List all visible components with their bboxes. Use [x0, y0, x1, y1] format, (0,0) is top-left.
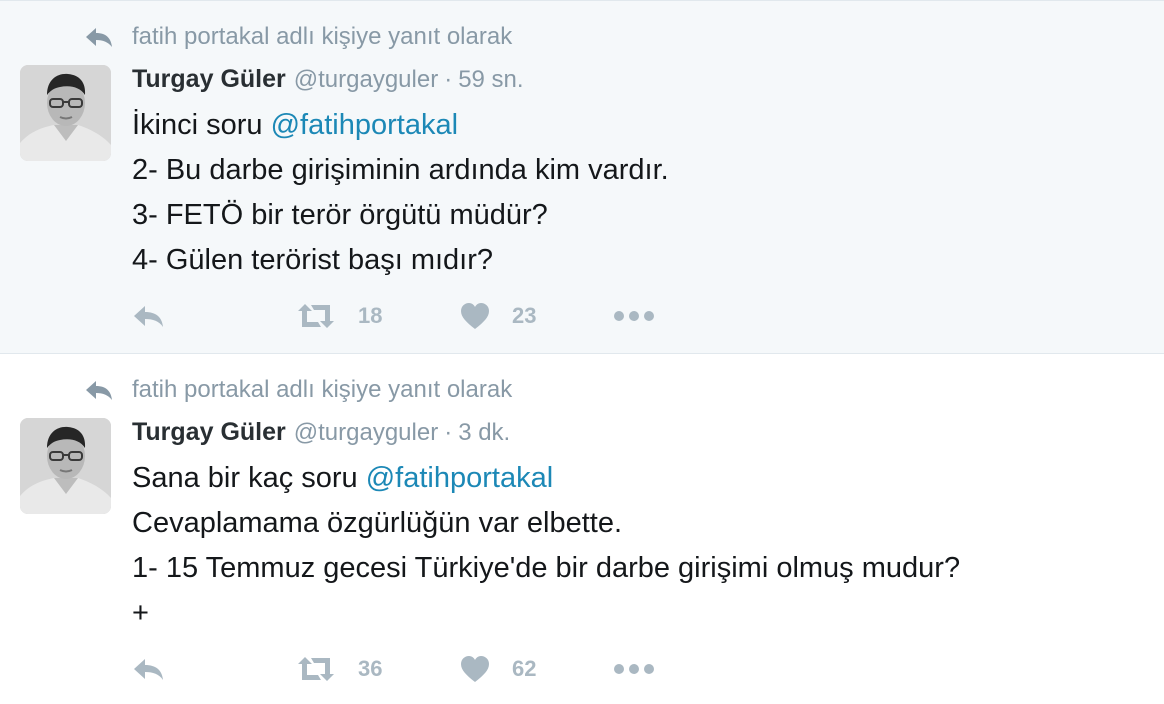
tweet-text-line: +	[132, 597, 149, 629]
timestamp[interactable]: 3 dk.	[458, 419, 510, 447]
tweet-text: İkinci soru @fatihportakal 2- Bu darbe g…	[132, 103, 669, 283]
like-count: 23	[512, 303, 537, 328]
retweet-count: 18	[358, 303, 383, 328]
reply-context-icon	[84, 25, 114, 49]
heart-icon	[460, 302, 490, 330]
retweet-icon	[296, 303, 336, 329]
more-button[interactable]	[614, 652, 654, 686]
username[interactable]: @turgayguler	[294, 419, 438, 447]
avatar[interactable]	[20, 65, 111, 161]
tweet-text: Sana bir kaç soru @fatihportakal Cevapla…	[132, 456, 960, 636]
avatar[interactable]	[20, 418, 111, 514]
timestamp[interactable]: 59 sn.	[458, 66, 523, 94]
tweet[interactable]: fatih portakal adlı kişiye yanıt olarak …	[0, 354, 1164, 704]
retweet-button[interactable]: 18	[296, 299, 382, 333]
tweet-text-line: 2- Bu darbe girişiminin ardında kim vard…	[132, 154, 669, 186]
fullname[interactable]: Turgay Güler	[132, 418, 286, 447]
reply-button[interactable]	[132, 652, 166, 686]
tweet-text-line: 1- 15 Temmuz gecesi Türkiye'de bir darbe…	[132, 552, 961, 584]
mention-link[interactable]: @fatihportakal	[366, 462, 553, 494]
mention-link[interactable]: @fatihportakal	[271, 109, 458, 141]
like-count: 62	[512, 656, 537, 681]
retweet-icon	[296, 656, 336, 682]
retweet-count: 36	[358, 656, 383, 681]
tweet-text-line: İkinci soru @fatihportakal	[132, 109, 459, 141]
reply-icon	[132, 656, 166, 682]
tweet-text-line: Cevaplamama özgürlüğün var elbette.	[132, 507, 623, 539]
tweet-text-line: 4- Gülen terörist başı mıdır?	[132, 244, 494, 276]
tweet-text-line: 3- FETÖ bir terör örgütü müdür?	[132, 199, 548, 231]
tweet-header: Turgay Güler @turgayguler · 3 dk.	[132, 418, 510, 450]
more-button[interactable]	[614, 299, 654, 333]
like-button[interactable]: 23	[460, 299, 536, 333]
like-button[interactable]: 62	[460, 652, 536, 686]
heart-icon	[460, 655, 490, 683]
separator: ·	[444, 419, 453, 446]
tweet-text-line: Sana bir kaç soru @fatihportakal	[132, 462, 554, 494]
reply-context[interactable]: fatih portakal adlı kişiye yanıt olarak	[84, 376, 512, 404]
tweet-header: Turgay Güler @turgayguler · 59 sn.	[132, 65, 524, 97]
retweet-button[interactable]: 36	[296, 652, 382, 686]
timeline: fatih portakal adlı kişiye yanıt olarak …	[0, 0, 1164, 704]
fullname[interactable]: Turgay Güler	[132, 65, 286, 94]
reply-icon	[132, 303, 166, 329]
more-dots-icon	[614, 310, 654, 322]
more-dots-icon	[614, 663, 654, 675]
tweet[interactable]: fatih portakal adlı kişiye yanıt olarak …	[0, 0, 1164, 354]
username[interactable]: @turgayguler	[294, 66, 438, 94]
reply-button[interactable]	[132, 299, 166, 333]
reply-context[interactable]: fatih portakal adlı kişiye yanıt olarak	[84, 23, 512, 51]
reply-context-text[interactable]: fatih portakal adlı kişiye yanıt olarak	[132, 376, 512, 404]
reply-context-text[interactable]: fatih portakal adlı kişiye yanıt olarak	[132, 23, 512, 51]
reply-context-icon	[84, 378, 114, 402]
separator: ·	[444, 66, 453, 93]
